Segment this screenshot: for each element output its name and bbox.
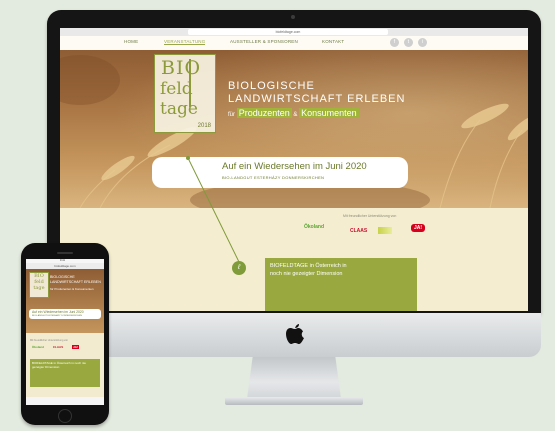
phone-partner-oekoland[interactable]: Ökoland (32, 345, 44, 349)
imac-screen: biofeldtage.com HOME VERANSTALTUNG AUSST… (60, 28, 528, 311)
imac-stand (247, 357, 341, 399)
partner-logo-oekoland[interactable]: Ökoland (304, 224, 324, 230)
hero-headline: BIOLOGISCHE LANDWIRTSCHAFT ERLEBEN (228, 80, 405, 106)
logo-text-bio: BIO (161, 57, 202, 79)
partners-caption: Mit freundlicher Unterstützung von (343, 214, 397, 218)
highlight-konsumenten: Konsumenten (299, 108, 359, 118)
phone-reunion-title: Auf ein Wiedersehen im Juni 2020 (32, 310, 84, 314)
imac-mockup: biofeldtage.com HOME VERANSTALTUNG AUSST… (47, 10, 541, 405)
hero-sub-connector: & (293, 112, 298, 118)
phone-reunion-sub: BIO-LANDGUT ESTERHÁZY DONNERSKIRCHEN (32, 314, 82, 317)
leaf-icon: ℓ (232, 261, 246, 275)
banner-line2: noch nie gezeigter Dimension (270, 271, 343, 277)
highlight-produzenten: Produzenten (236, 108, 292, 118)
apple-logo-icon (286, 324, 304, 344)
nav-aussteller-sponsoren[interactable]: AUSSTELLER & SPONSOREN (230, 39, 298, 44)
phone-partner-claas[interactable]: CLAAS (53, 345, 63, 349)
logo-text-feld: feld (160, 79, 193, 99)
phone-hero-sub: für Produzenten & Konsumenten (50, 287, 94, 291)
phone-hero: BIO feld tage BIOLOGISCHE LANDWIRTSCHAFT… (26, 269, 104, 333)
hero-section: BIO feld tage 2018 BIOLOGISCHE LANDWIRTS… (60, 50, 528, 208)
phone-partners-caption: Mit freundlicher Unterstützung von (30, 339, 69, 342)
hero-headline-line2: LANDWIRTSCHAFT ERLEBEN (228, 93, 406, 105)
hero-sub-prefix: für (228, 112, 236, 118)
hero-subline: für Produzenten & Konsumenten (228, 108, 359, 118)
hero-headline-line1: BIOLOGISCHE (228, 80, 315, 92)
phone-browser-toolbar (26, 397, 104, 405)
site-navigation: HOME VERANSTALTUNG AUSSTELLER & SPONSORE… (60, 36, 528, 50)
sponsors-section: ℓ Mit freundlicher Unterstützung von Öko… (60, 156, 528, 311)
phone-dimension-banner: BIOFELDTAGE in Österreich in noch nie ge… (30, 359, 100, 387)
speaker-icon (57, 252, 73, 254)
facebook-icon[interactable]: f (390, 38, 399, 47)
imac-stand-base (225, 397, 363, 405)
biofeldtage-logo[interactable]: BIO feld tage 2018 (154, 54, 216, 133)
nav-home[interactable]: HOME (124, 39, 138, 44)
iphone-mockup: 9:41 biofeldtage.com BIO feld tage BIOLO… (21, 243, 109, 425)
phone-screen: 9:41 biofeldtage.com BIO feld tage BIOLO… (26, 259, 104, 405)
imac-chin (47, 313, 541, 357)
partner-logo-ja[interactable]: JA! (411, 224, 426, 232)
phone-status-time: 9:41 (60, 259, 65, 262)
twitter-icon[interactable]: t (404, 38, 413, 47)
banner-line1: BIOFELDTAGE in Österreich in (270, 263, 347, 269)
camera-icon (291, 15, 295, 19)
address-bar[interactable]: biofeldtage.com (188, 29, 388, 35)
home-button[interactable] (58, 409, 72, 423)
nav-kontakt[interactable]: KONTAKT (322, 39, 344, 44)
logo-text-tage: tage (160, 99, 198, 119)
phone-partner-ja[interactable]: JA! (72, 345, 79, 349)
dimension-banner: BIOFELDTAGE in Österreich in noch nie ge… (265, 258, 417, 311)
phone-partner-logos: Ökoland CLAAS JA! (32, 345, 79, 349)
phone-logo[interactable]: BIO feld tage (29, 272, 49, 298)
phone-hero-title: BIOLOGISCHE LANDWIRTSCHAFT ERLEBEN (50, 275, 101, 284)
instagram-icon[interactable]: i (418, 38, 427, 47)
phone-reunion-box: Auf ein Wiedersehen im Juni 2020 BIO-LAN… (29, 309, 101, 319)
logo-year: 2018 (197, 123, 211, 129)
partner-logo-claas[interactable]: CLAAS (350, 228, 367, 234)
imac-bezel: biofeldtage.com HOME VERANSTALTUNG AUSST… (47, 10, 541, 313)
connector-line (186, 156, 241, 265)
nav-veranstaltung[interactable]: VERANSTALTUNG (164, 39, 206, 45)
claas-stripes-icon (378, 227, 392, 234)
